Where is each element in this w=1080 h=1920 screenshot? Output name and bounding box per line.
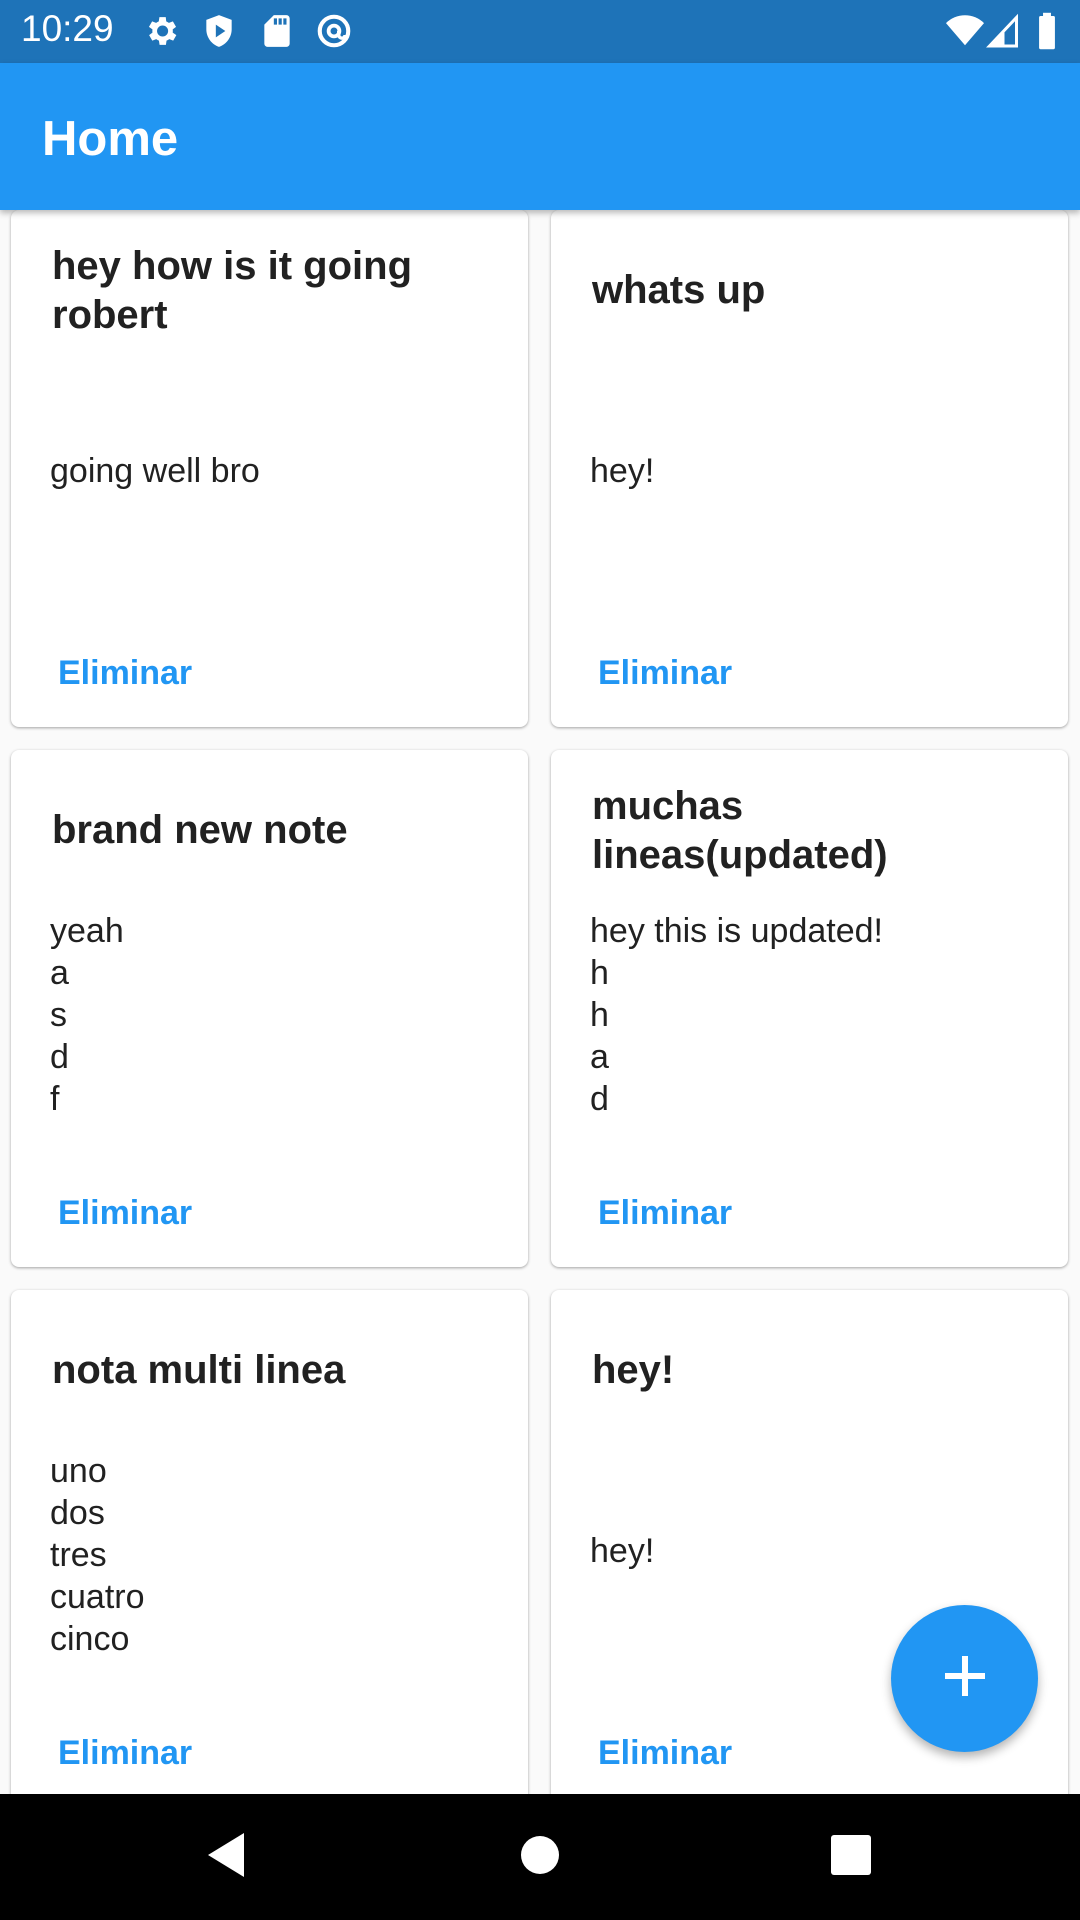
- system-nav-bar: [0, 1794, 1080, 1920]
- status-bar: 10:29: [0, 0, 1080, 63]
- note-title: muchas lineas(updated): [592, 784, 888, 877]
- delete-button[interactable]: Eliminar: [598, 654, 732, 693]
- delete-button[interactable]: Eliminar: [598, 1194, 732, 1233]
- note-title: nota multi linea: [52, 1348, 346, 1392]
- note-body: hey this is updated! h h a d: [590, 912, 883, 1118]
- sd-card-icon: [258, 12, 296, 50]
- page-title: Home: [42, 112, 179, 166]
- at-sign-icon: [315, 12, 353, 50]
- note-title: whats up: [592, 268, 766, 312]
- note-card[interactable]: whats up hey! Eliminar: [551, 210, 1068, 727]
- gear-icon: [142, 12, 180, 50]
- note-card[interactable]: hey how is it going robert going well br…: [11, 210, 528, 727]
- delete-button[interactable]: Eliminar: [58, 654, 192, 693]
- note-body: hey!: [590, 452, 655, 490]
- delete-button[interactable]: Eliminar: [58, 1194, 192, 1233]
- shield-icon: [200, 12, 238, 50]
- note-body: uno dos tres cuatro cinco: [50, 1452, 145, 1658]
- note-title: hey!: [592, 1348, 675, 1392]
- status-time: 10:29: [21, 8, 114, 49]
- note-title: hey how is it going robert: [52, 244, 412, 337]
- note-card[interactable]: muchas lineas(updated) hey this is updat…: [551, 750, 1068, 1267]
- nav-home-button[interactable]: [460, 1794, 620, 1920]
- app-bar: Home: [0, 63, 1080, 210]
- nav-recents-button[interactable]: [771, 1794, 931, 1920]
- nav-back-button[interactable]: [146, 1794, 306, 1920]
- home-icon: [519, 1834, 561, 1881]
- notes-grid: hey how is it going robert going well br…: [0, 210, 1080, 1794]
- add-note-button[interactable]: [891, 1605, 1038, 1752]
- note-title: brand new note: [52, 808, 348, 852]
- delete-button[interactable]: Eliminar: [598, 1734, 732, 1773]
- delete-button[interactable]: Eliminar: [58, 1734, 192, 1773]
- wifi-icon: [945, 12, 985, 50]
- note-card[interactable]: brand new note yeah a s d f Eliminar: [11, 750, 528, 1267]
- note-card[interactable]: nota multi linea uno dos tres cuatro cin…: [11, 1290, 528, 1794]
- back-icon: [204, 1831, 248, 1884]
- cell-signal-icon: [985, 12, 1021, 50]
- plus-icon: [943, 1654, 987, 1703]
- recents-icon: [830, 1834, 872, 1881]
- note-body: yeah a s d f: [50, 912, 124, 1118]
- battery-icon: [1035, 12, 1059, 50]
- note-body: going well bro: [50, 452, 260, 490]
